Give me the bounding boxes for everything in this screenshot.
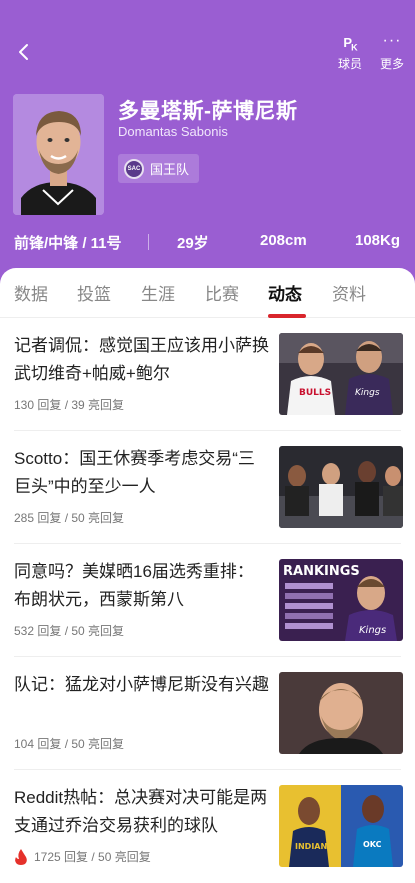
- news-thumbnail: INDIANA OKC: [279, 785, 403, 867]
- tab-shooting[interactable]: 投篮: [77, 280, 111, 305]
- two-players-bulls-kings-icon: BULLS Kings: [279, 333, 403, 415]
- kings-logo-icon: SAC: [124, 158, 144, 179]
- news-title: Scotto：国王休赛季考虑交易“三巨头”中的至少一人: [14, 449, 255, 496]
- back-button[interactable]: [12, 38, 36, 66]
- team-badge[interactable]: SAC 国王队: [118, 154, 200, 183]
- news-meta: 532 回复 / 50 亮回复: [14, 622, 124, 639]
- stat-weight: 108Kg: [355, 232, 401, 249]
- news-item[interactable]: 同意吗？美媒晒16届选秀重排：布朗状元，西蒙斯第八 532 回复 / 50 亮回…: [0, 544, 415, 657]
- news-title: 队记：猛龙对小萨博尼斯没有兴趣: [14, 675, 269, 694]
- news-item[interactable]: 队记：猛龙对小萨博尼斯没有兴趣 104 回复 / 50 亮回复: [0, 657, 415, 770]
- pk-icon: PK: [343, 35, 357, 53]
- tab-career[interactable]: 生涯: [141, 280, 175, 305]
- stat-height: 208cm: [260, 232, 307, 249]
- kings-bench-icon: [279, 446, 403, 528]
- pacers-thunder-players-icon: INDIANA OKC: [279, 785, 403, 867]
- stat-age: 29岁: [177, 235, 209, 252]
- more-label: 更多: [379, 57, 404, 71]
- reply-count: 532 回复 / 50 亮回复: [14, 624, 125, 638]
- news-item[interactable]: Scotto：国王休赛季考虑交易“三巨头”中的至少一人 285 回复 / 50 …: [0, 431, 415, 544]
- news-meta: 285 回复 / 50 亮回复: [14, 509, 124, 526]
- news-title: 同意吗？美媒晒16届选秀重排：布朗状元，西蒙斯第八: [14, 562, 254, 609]
- svg-text:OKC: OKC: [363, 840, 382, 849]
- svg-text:Kings: Kings: [355, 388, 380, 398]
- news-item[interactable]: Reddit热帖：总决赛对决可能是两支通过乔治交易获利的球队 1725 回复 /…: [0, 770, 415, 883]
- news-thumbnail: BULLS Kings: [279, 333, 403, 415]
- news-meta: 1725 回复 / 50 亮回复: [14, 848, 151, 865]
- svg-text:INDIANA: INDIANA: [295, 842, 334, 851]
- news-title: Reddit热帖：总决赛对决可能是两支通过乔治交易获利的球队: [14, 788, 268, 835]
- ellipsis-icon: ···: [382, 32, 402, 49]
- pk-label: 球员: [337, 57, 362, 71]
- player-name-cn: 多曼塔斯-萨博尼斯: [118, 100, 298, 123]
- news-thumbnail: RANKINGS Kings: [279, 559, 403, 641]
- player-pk-button[interactable]: PK 球员: [334, 34, 366, 72]
- player-avatar: [13, 94, 104, 215]
- player-name-en: Domantas Sabonis: [118, 124, 228, 139]
- news-title: 记者调侃：感觉国王应该用小萨换武切维奇+帕威+鲍尔: [14, 336, 269, 383]
- reply-count: 1725 回复 / 50 亮回复: [34, 850, 151, 864]
- svg-text:BULLS: BULLS: [299, 388, 331, 398]
- svg-text:RANKINGS: RANKINGS: [283, 564, 360, 579]
- news-item[interactable]: 记者调侃：感觉国王应该用小萨换武切维奇+帕威+鲍尔 130 回复 / 39 亮回…: [0, 318, 415, 431]
- team-name: 国王队: [150, 162, 190, 177]
- player-portrait-icon: [279, 672, 403, 754]
- stat-position: 前锋/中锋 / 11号: [14, 235, 122, 252]
- news-meta: 104 回复 / 50 亮回复: [14, 735, 124, 752]
- stat-divider: [148, 234, 149, 250]
- reply-count: 104 回复 / 50 亮回复: [14, 737, 125, 751]
- svg-text:Kings: Kings: [359, 625, 386, 636]
- rankings-graphic-icon: RANKINGS Kings: [279, 559, 403, 641]
- tab-bar: 数据 投篮 生涯 比赛 动态 资料: [0, 268, 415, 318]
- news-thumbnail: [279, 446, 403, 528]
- tab-games[interactable]: 比赛: [205, 280, 239, 305]
- news-thumbnail: [279, 672, 403, 754]
- reply-count: 285 回复 / 50 亮回复: [14, 511, 125, 525]
- tab-profile[interactable]: 资料: [332, 280, 366, 305]
- news-meta: 130 回复 / 39 亮回复: [14, 396, 124, 413]
- tab-stats[interactable]: 数据: [14, 280, 48, 305]
- back-arrow-icon: [19, 44, 28, 60]
- tab-news[interactable]: 动态: [268, 280, 302, 305]
- reply-count: 130 回复 / 39 亮回复: [14, 398, 125, 412]
- more-button[interactable]: ··· 更多: [374, 32, 410, 72]
- player-header: PK 球员 ··· 更多 多曼塔斯-萨博尼斯 Domantas Sabonis …: [0, 0, 415, 290]
- fire-icon: [15, 848, 27, 865]
